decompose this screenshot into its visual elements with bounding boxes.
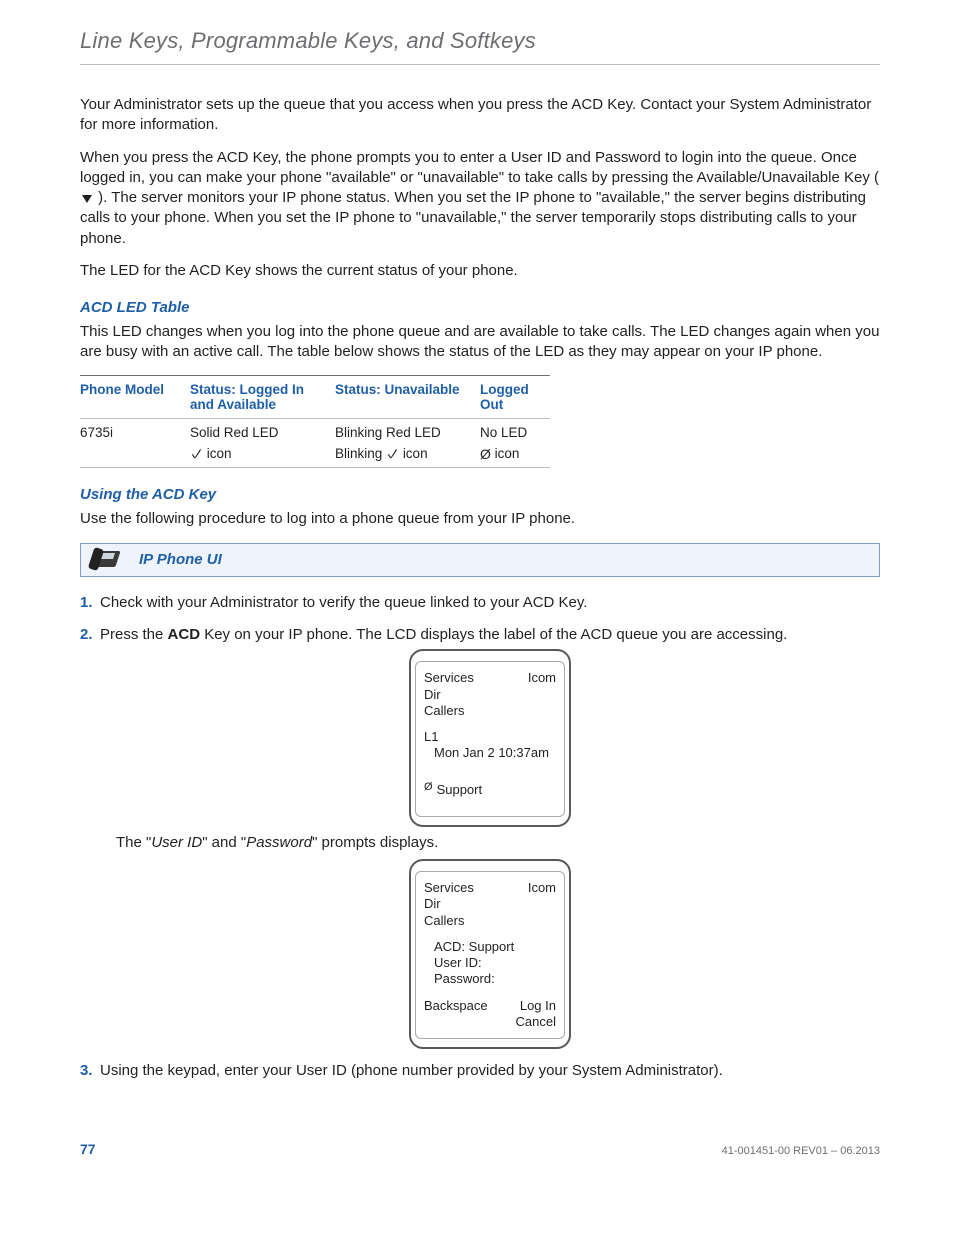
triangle-down-icon (82, 195, 92, 203)
check-icon (190, 447, 203, 460)
icon-label: icon (495, 446, 520, 461)
lcd-softkey: Cancel (516, 1014, 556, 1030)
th-available: Status: Logged In and Available (190, 375, 335, 418)
slash-zero-icon: Ø (424, 782, 433, 798)
lcd-label: L1 (424, 729, 438, 745)
lcd-label: User ID: (434, 955, 482, 971)
check-icon (386, 447, 399, 460)
list-item: 1. Check with your Administrator to veri… (80, 593, 880, 613)
body-content: Your Administrator sets up the queue tha… (80, 95, 880, 1081)
paragraph: This LED changes when you log into the p… (80, 322, 880, 363)
heading-using-acd: Using the ACD Key (80, 486, 880, 503)
document-page: Line Keys, Programmable Keys, and Softke… (0, 0, 954, 1235)
cell-unavailable-icon: Blinking icon (335, 446, 480, 468)
text-run: The " (116, 834, 151, 851)
lcd-screen: Services Icom Dir Callers L1 Mon Jan 2 1… (409, 649, 571, 827)
blinking-prefix: Blinking (335, 446, 382, 461)
lcd-label: Services (424, 880, 474, 896)
cell-unavailable-led: Blinking Red LED (335, 418, 480, 446)
paragraph: Your Administrator sets up the queue tha… (80, 95, 880, 136)
icon-label: icon (207, 446, 232, 461)
lcd-label: Icom (528, 880, 556, 896)
paragraph: The LED for the ACD Key shows the curren… (80, 261, 880, 281)
lcd-label: Icom (528, 670, 556, 686)
step-number: 2. (80, 625, 93, 645)
table-row: icon Blinking icon Ø icon (80, 446, 550, 468)
ip-phone-ui-callout: IP Phone UI (80, 543, 880, 577)
header-rule (80, 64, 880, 65)
lcd-label: Dir (424, 896, 441, 912)
text-run: " and " (202, 834, 246, 851)
th-unavailable: Status: Unavailable (335, 375, 480, 418)
cell-available-icon: icon (190, 446, 335, 468)
step-text: Using the keypad, enter your User ID (ph… (100, 1062, 723, 1079)
step-number: 3. (80, 1061, 93, 1081)
text-run: " prompts displays. (312, 834, 438, 851)
text-run: When you press the ACD Key, the phone pr… (80, 149, 879, 186)
lcd-screen: Services Icom Dir Callers ACD: Support U… (409, 859, 571, 1049)
step-text: Check with your Administrator to verify … (100, 594, 587, 611)
steps-list: 1. Check with your Administrator to veri… (80, 593, 880, 1082)
page-number: 77 (80, 1141, 96, 1157)
text-italic: User ID (151, 834, 202, 851)
page-footer: 77 41-001451-00 REV01 – 06.2013 (80, 1141, 880, 1157)
callout-label: IP Phone UI (139, 551, 222, 568)
paragraph: The "User ID" and "Password" prompts dis… (116, 833, 880, 853)
lcd-softkey: Backspace (424, 998, 488, 1014)
text-run: ). The server monitors your IP phone sta… (80, 189, 866, 247)
lcd-datetime: Mon Jan 2 10:37am (434, 745, 549, 761)
lcd-label: Dir (424, 687, 441, 703)
paragraph: Use the following procedure to log into … (80, 509, 880, 529)
text-bold: ACD (168, 626, 201, 643)
lcd-label: Password: (434, 971, 495, 987)
heading-acd-led-table: ACD LED Table (80, 299, 880, 316)
lcd-label: Services (424, 670, 474, 686)
cell-out-icon: Ø icon (480, 446, 550, 468)
text-run: Key on your IP phone. The LCD displays t… (200, 626, 787, 643)
th-model: Phone Model (80, 375, 190, 418)
text-italic: Password (246, 834, 312, 851)
list-item: 2. Press the ACD Key on your IP phone. T… (80, 625, 880, 1049)
th-logged-out: Logged Out (480, 375, 550, 418)
step-text: Press the ACD Key on your IP phone. The … (100, 626, 787, 643)
text-run: Press the (100, 626, 168, 643)
lcd-softkey: Log In (520, 998, 556, 1014)
cell-available-led: Solid Red LED (190, 418, 335, 446)
slash-zero-icon: Ø (480, 447, 491, 461)
cell-out-led: No LED (480, 418, 550, 446)
lcd-label: ACD: Support (434, 939, 514, 955)
lcd-label: Callers (424, 913, 464, 929)
cell-model: 6735i (80, 418, 190, 446)
page-title: Line Keys, Programmable Keys, and Softke… (80, 28, 880, 54)
icon-label: icon (403, 446, 428, 461)
list-item: 3. Using the keypad, enter your User ID … (80, 1061, 880, 1081)
table-row: 6735i Solid Red LED Blinking Red LED No … (80, 418, 550, 446)
lcd-label: Callers (424, 703, 464, 719)
doc-id: 41-001451-00 REV01 – 06.2013 (722, 1145, 880, 1157)
lcd-label: Support (437, 782, 483, 798)
acd-led-table: Phone Model Status: Logged In and Availa… (80, 375, 550, 468)
paragraph: When you press the ACD Key, the phone pr… (80, 148, 880, 249)
phone-icon (91, 548, 125, 572)
step-number: 1. (80, 593, 93, 613)
